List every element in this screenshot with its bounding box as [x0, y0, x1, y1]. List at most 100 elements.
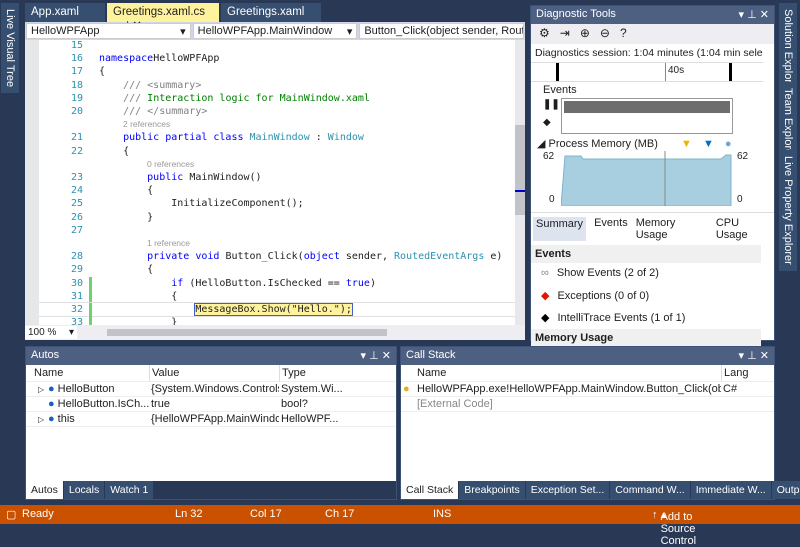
table-row[interactable]: [External Code]: [401, 397, 774, 412]
tab-summary[interactable]: Summary: [533, 217, 587, 241]
memory-section-label[interactable]: ◢ Process Memory (MB) ▼ ▼ ●: [531, 136, 774, 151]
chart-help-icon[interactable]: ?: [620, 26, 627, 42]
summary-item[interactable]: ◆ Exceptions (0 of 0): [531, 285, 774, 307]
column-name[interactable]: Name: [401, 365, 721, 381]
pin-icon[interactable]: ⊥: [747, 350, 757, 362]
diagnostic-tools-panel: Diagnostic Tools ▾ ⊥ ✕ ⚙ ⇥ ⊕ ⊖? Diagnostics …: [530, 5, 775, 347]
line-number: 24: [70, 185, 83, 197]
code-lens-references[interactable]: 0 references: [147, 159, 194, 169]
status-icon: ▢: [6, 509, 17, 521]
tab-breakpoints[interactable]: Breakpoints: [459, 481, 525, 499]
timeline-ruler[interactable]: 40s: [531, 62, 763, 82]
close-icon[interactable]: ✕: [760, 350, 769, 362]
dropdown-icon[interactable]: ▾: [739, 350, 745, 362]
vertical-scrollbar[interactable]: [515, 40, 525, 325]
value-cell[interactable]: {System.Windows.Controls.Ra...🔍︎▾: [149, 382, 279, 396]
variable-name: this: [57, 413, 75, 425]
summary-item[interactable]: ∞ Show Events (2 of 2): [531, 263, 774, 285]
zoom-dropdown[interactable]: 100 % ▾: [25, 326, 77, 339]
code-token: if: [99, 277, 190, 289]
code-text: InitializeComponent();: [99, 197, 303, 210]
horizontal-scrollbar[interactable]: [107, 329, 387, 336]
add-to-source-control-button[interactable]: ↑ Add to Source Control ▴: [652, 508, 696, 547]
close-icon[interactable]: ✕: [382, 350, 391, 362]
diagnostics-tabs: Summary Events Memory Usage CPU Usage: [531, 212, 774, 245]
export-icon[interactable]: ⇥: [560, 26, 570, 42]
tab-greetings-xaml[interactable]: Greetings.xaml: [221, 3, 321, 22]
code-token: namespace: [99, 53, 154, 65]
table-row[interactable]: ▷●this{HelloWPFApp.MainWindow}🔍︎▾HelloWP…: [26, 412, 396, 427]
code-area[interactable]: 15 16 namespaceHelloWPFApp 17 {18 /// <summa…: [25, 40, 515, 325]
close-icon[interactable]: ✕: [760, 9, 769, 21]
pin-icon[interactable]: ⊥: [747, 9, 757, 21]
column-type[interactable]: Type: [279, 365, 359, 381]
code-token: MessageBox.Show("Hello.");: [194, 303, 353, 316]
expand-arrow-icon[interactable]: ▷: [38, 382, 48, 396]
variable-value: {HelloWPFApp.MainWindow}: [151, 413, 279, 425]
code-token: {: [99, 66, 106, 78]
project-label: HelloWPFApp: [31, 25, 100, 37]
chevron-down-icon: ▾: [180, 26, 186, 38]
column-value[interactable]: Value: [149, 365, 279, 381]
tab-immediate-w[interactable]: Immediate W...: [690, 481, 771, 499]
tab-greetings-xaml-cs[interactable]: Greetings.xaml.cs ⊣ ✕: [107, 3, 219, 32]
code-lens-references[interactable]: 2 references: [123, 119, 170, 129]
tab-watch-1[interactable]: Watch 1: [105, 481, 154, 499]
line-number: 26: [70, 211, 83, 223]
value-cell[interactable]: true: [149, 397, 279, 411]
tab-autos[interactable]: Autos: [26, 481, 63, 499]
code-text: private void Button_Click(object sender,…: [99, 250, 502, 263]
dropdown-icon[interactable]: ▾: [361, 350, 367, 362]
summary-item[interactable]: ◆ IntelliTrace Events (1 of 1): [531, 307, 774, 329]
zoom-out-icon[interactable]: ⊖: [600, 26, 610, 42]
project-dropdown[interactable]: HelloWPFApp ▾: [26, 23, 191, 39]
tab-cpu-usage[interactable]: CPU Usage: [716, 217, 772, 241]
events-section-label[interactable]: Events: [531, 82, 774, 98]
type-dropdown[interactable]: HelloWPFApp.MainWindow ▾: [192, 23, 358, 39]
value-cell[interactable]: {HelloWPFApp.MainWindow}🔍︎▾: [149, 412, 279, 426]
zoom-in-icon[interactable]: ⊕: [580, 26, 590, 42]
tab-locals[interactable]: Locals: [63, 481, 105, 499]
code-text: namespaceHelloWPFApp: [99, 52, 219, 65]
code-token: public partial class: [99, 132, 250, 144]
tab-memory-usage[interactable]: Memory Usage: [636, 217, 708, 241]
call-stack-panel: Call Stack ▾ ⊥ ✕ Name Lang ● HelloWPFApp.e…: [400, 346, 800, 500]
table-row[interactable]: ▷●HelloButton{System.Windows.Controls.Ra…: [26, 382, 396, 397]
line-number: 17: [70, 66, 83, 78]
memory-max-left: 62: [543, 151, 555, 162]
expand-arrow-icon[interactable]: ▷: [38, 412, 48, 426]
code-token: object: [303, 251, 340, 263]
live-property-explorer-tab[interactable]: Live Property Explorer: [779, 150, 797, 271]
code-editor: App.xaml Greetings.xaml.cs ⊣ ✕ Greetings…: [25, 3, 525, 340]
name-cell: ▷ ● this: [26, 412, 149, 426]
type-cell: System.Wi...: [281, 383, 343, 395]
chevron-down-icon: ▾: [68, 327, 74, 338]
tab-call-stack[interactable]: Call Stack: [401, 481, 459, 499]
code-line: 2 references: [39, 118, 515, 131]
tab-command-w[interactable]: Command W...: [610, 481, 690, 499]
memory-label: Process Memory (MB): [548, 138, 658, 150]
column-name[interactable]: Name: [26, 365, 149, 381]
dropdown-icon[interactable]: ▾: [739, 9, 745, 21]
tab-app-xaml[interactable]: App.xaml: [25, 3, 105, 22]
gear-icon[interactable]: ⚙: [539, 26, 550, 42]
member-dropdown[interactable]: Button_Click(object sender, Rout▾: [359, 23, 525, 39]
pin-icon[interactable]: ⊥: [369, 350, 379, 362]
code-text: }: [99, 316, 177, 325]
code-token: }: [99, 211, 154, 223]
status-bar: ▢ Ready Ln 32 Col 17 Ch 17 INS ↑ Add to …: [0, 505, 800, 547]
code-lens-references[interactable]: 1 reference: [147, 238, 190, 248]
live-visual-tree-tab[interactable]: Live Visual Tree: [1, 3, 19, 94]
current-statement-arrow-icon[interactable]: [27, 304, 37, 314]
tab-exception-set[interactable]: Exception Set...: [525, 481, 610, 499]
tab-output[interactable]: Output: [771, 481, 800, 499]
table-row[interactable]: ● HelloButton.IsCh... true bool?: [26, 397, 396, 412]
table-row[interactable]: ● HelloWPFApp.exe!HelloWPFApp.MainWindow.…: [401, 382, 774, 397]
tab-events[interactable]: Events: [594, 217, 628, 241]
diagnostics-toolbar: ⚙ ⇥ ⊕ ⊖?: [531, 24, 774, 44]
code-token: ///: [99, 92, 148, 104]
code-token: {: [99, 264, 154, 276]
column-lang[interactable]: Lang: [721, 365, 761, 381]
code-text: /// </summary>: [99, 105, 207, 118]
session-text: Diagnostics session: 1:04 minutes (1:04 …: [535, 47, 763, 59]
